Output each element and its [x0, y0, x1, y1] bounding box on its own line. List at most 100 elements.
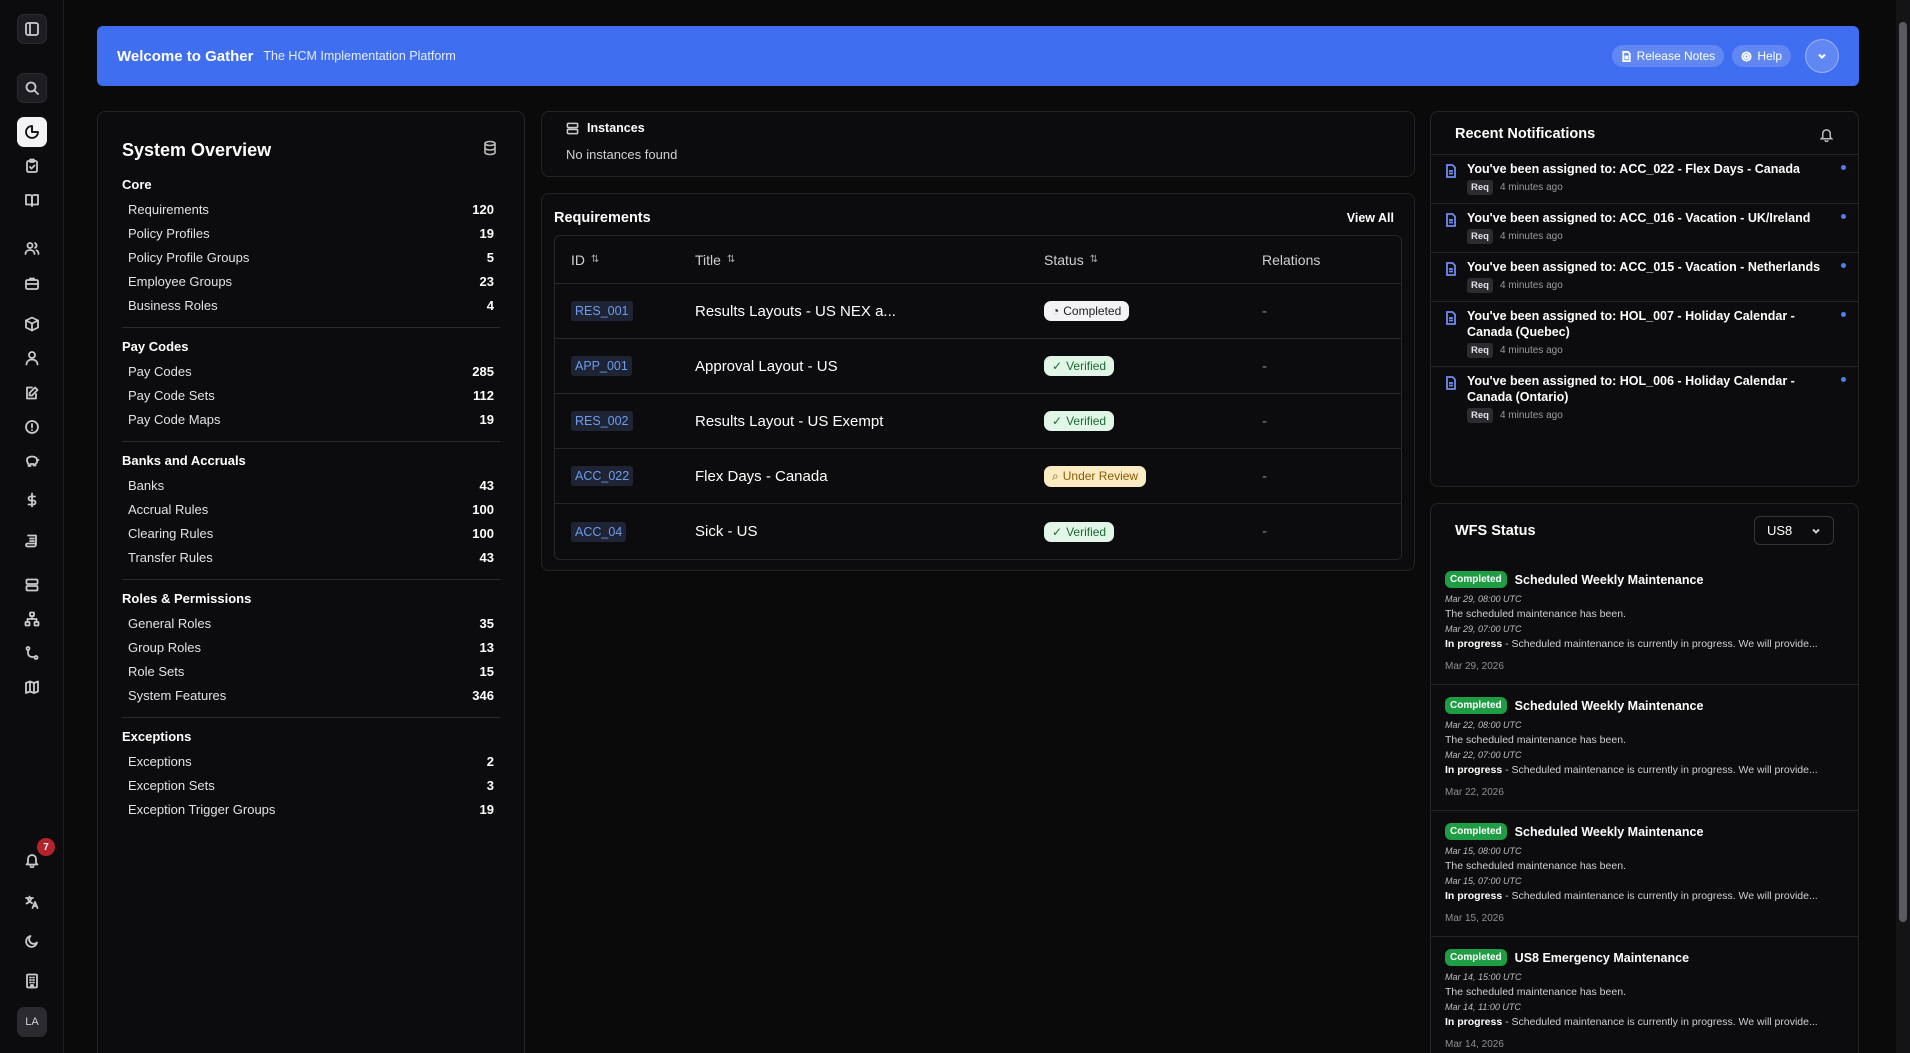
nav-exceptions[interactable]: [17, 412, 47, 442]
overview-item[interactable]: Banks 43: [122, 473, 500, 497]
nav-logs[interactable]: [17, 526, 47, 556]
wfs-item[interactable]: Completed Scheduled Weekly Maintenance Mar…: [1431, 685, 1858, 811]
nav-business[interactable]: [17, 268, 47, 298]
check-icon: ✓: [1052, 359, 1063, 373]
chevron-down-icon: [1818, 53, 1826, 60]
notification-item[interactable]: You've been assigned to: HOL_007 - Holid…: [1431, 301, 1858, 366]
column-title-header[interactable]: Title ⇅: [695, 252, 1044, 268]
view-all-link[interactable]: View All: [1347, 211, 1394, 225]
overview-item[interactable]: Role Sets 15: [122, 659, 500, 683]
region-select-value: US8: [1767, 523, 1793, 538]
table-header: ID ⇅ Title ⇅ Status ⇅ Relations: [555, 236, 1401, 284]
overview-item[interactable]: Business Roles 4: [122, 293, 500, 317]
overview-item[interactable]: Clearing Rules 100: [122, 521, 500, 545]
requirement-id-tag[interactable]: ACC_04: [571, 521, 627, 542]
requirement-id-tag[interactable]: RES_002: [571, 411, 633, 431]
notification-tag: Req: [1467, 278, 1493, 293]
wfs-timestamp: Mar 14, 15:00 UTC: [1445, 972, 1522, 982]
requirement-id-tag[interactable]: RES_001: [571, 301, 633, 321]
requirement-id-tag[interactable]: APP_001: [571, 356, 632, 376]
scroll-icon: [25, 534, 37, 548]
organization-button[interactable]: [17, 966, 47, 996]
overview-item[interactable]: System Features 346: [122, 683, 500, 707]
help-button[interactable]: Help: [1732, 45, 1791, 67]
overview-item[interactable]: Accrual Rules 100: [122, 497, 500, 521]
search-button[interactable]: [17, 73, 47, 103]
bell-icon[interactable]: [1819, 127, 1834, 142]
instances-panel: Instances No instances found: [541, 111, 1415, 177]
table-row[interactable]: ACC_04 Sick - US ✓ Verified -: [555, 504, 1401, 559]
overview-item[interactable]: Group Roles 13: [122, 635, 500, 659]
overview-item-count: 120: [472, 201, 494, 217]
theme-toggle-button[interactable]: [17, 926, 47, 956]
nav-map[interactable]: [17, 672, 47, 702]
overview-item[interactable]: General Roles 35: [122, 611, 500, 635]
nav-profile[interactable]: [17, 343, 47, 373]
table-row[interactable]: RES_001 Results Layouts - US NEX a... ◔ Com…: [555, 284, 1401, 339]
nav-requirements[interactable]: [17, 151, 47, 181]
wfs-item[interactable]: Completed Scheduled Weekly Maintenance Mar…: [1431, 559, 1858, 685]
notification-item[interactable]: You've been assigned to: HOL_006 - Holid…: [1431, 366, 1858, 431]
nav-workflows[interactable]: [17, 638, 47, 668]
nav-packages[interactable]: [17, 309, 47, 339]
scrollbar-thumb[interactable]: [1899, 22, 1907, 922]
cell-relations: -: [1262, 302, 1267, 320]
overview-item[interactable]: Transfer Rules 43: [122, 545, 500, 569]
nav-edit[interactable]: [17, 378, 47, 408]
overview-item[interactable]: Exceptions 2: [122, 749, 500, 773]
table-row[interactable]: APP_001 Approval Layout - US ✓ Verified -: [555, 339, 1401, 394]
overview-item[interactable]: Pay Codes 285: [122, 359, 500, 383]
overview-item[interactable]: Pay Code Maps 19: [122, 407, 500, 431]
wfs-item[interactable]: Completed US8 Emergency Maintenance Mar 14…: [1431, 937, 1858, 1053]
sidebar: 7 LA: [0, 0, 64, 1053]
column-id-header[interactable]: ID ⇅: [555, 252, 695, 268]
wfs-progress-line: In progress - Scheduled maintenance is c…: [1445, 764, 1844, 776]
toggle-sidebar-button[interactable]: [17, 14, 47, 44]
nav-guides[interactable]: [17, 185, 47, 215]
overview-item-count: 35: [479, 615, 494, 631]
user-avatar[interactable]: LA: [17, 1007, 47, 1037]
check-icon: ✓: [1052, 524, 1063, 539]
region-select[interactable]: US8: [1754, 516, 1834, 545]
notification-body: You've been assigned to: ACC_022 - Flex …: [1467, 161, 1827, 195]
overview-item-label: Exception Sets: [128, 777, 215, 793]
collapse-banner-button[interactable]: [1805, 39, 1839, 73]
notification-time: 4 minutes ago: [1499, 410, 1563, 421]
table-row[interactable]: RES_002 Results Layout - US Exempt ✓ Verifi…: [555, 394, 1401, 449]
database-button[interactable]: [482, 140, 498, 156]
nav-servers[interactable]: [17, 570, 47, 600]
notification-item[interactable]: You've been assigned to: ACC_022 - Flex …: [1431, 154, 1858, 203]
overview-item[interactable]: Exception Sets 3: [122, 773, 500, 797]
overview-item[interactable]: Policy Profiles 19: [122, 221, 500, 245]
overview-item[interactable]: Employee Groups 23: [122, 269, 500, 293]
document-icon: [1445, 373, 1457, 423]
table-row[interactable]: ACC_022 Flex Days - Canada ⌕ Under Review -: [555, 449, 1401, 504]
requirement-id-tag[interactable]: ACC_022: [571, 466, 634, 486]
overview-item[interactable]: Policy Profile Groups 5: [122, 245, 500, 269]
release-notes-button[interactable]: Release Notes: [1611, 45, 1725, 67]
instances-header: Instances: [566, 121, 1390, 135]
overview-item-count: 43: [479, 549, 494, 565]
language-button[interactable]: [17, 887, 47, 917]
nav-pay-codes[interactable]: [17, 485, 47, 515]
nav-users[interactable]: [17, 233, 47, 263]
wfs-status-panel: WFS Status US8 Completed Scheduled Weekly…: [1430, 503, 1859, 1053]
notifications-button[interactable]: 7: [17, 838, 55, 875]
document-icon: [1621, 50, 1631, 62]
notification-item[interactable]: You've been assigned to: ACC_016 - Vacat…: [1431, 203, 1858, 252]
notification-item[interactable]: You've been assigned to: ACC_015 - Vacat…: [1431, 252, 1858, 301]
chevron-down-icon: [1812, 528, 1820, 534]
overview-item[interactable]: Pay Code Sets 112: [122, 383, 500, 407]
notification-text: You've been assigned to: ACC_015 - Vacat…: [1467, 260, 1821, 274]
overview-item[interactable]: Exception Trigger Groups 19: [122, 797, 500, 821]
cell-title: Results Layout - US Exempt: [695, 412, 884, 430]
wfs-item[interactable]: Completed Scheduled Weekly Maintenance Mar…: [1431, 811, 1858, 937]
overview-item-count: 13: [479, 639, 494, 655]
nav-hierarchy[interactable]: [17, 604, 47, 634]
column-status-header[interactable]: Status ⇅: [1044, 252, 1262, 268]
briefcase-icon: [25, 277, 39, 290]
nav-banks[interactable]: [17, 446, 47, 476]
page-scrollbar[interactable]: [1896, 0, 1910, 1053]
overview-item[interactable]: Requirements 120: [122, 197, 500, 221]
nav-dashboard[interactable]: [17, 117, 47, 147]
